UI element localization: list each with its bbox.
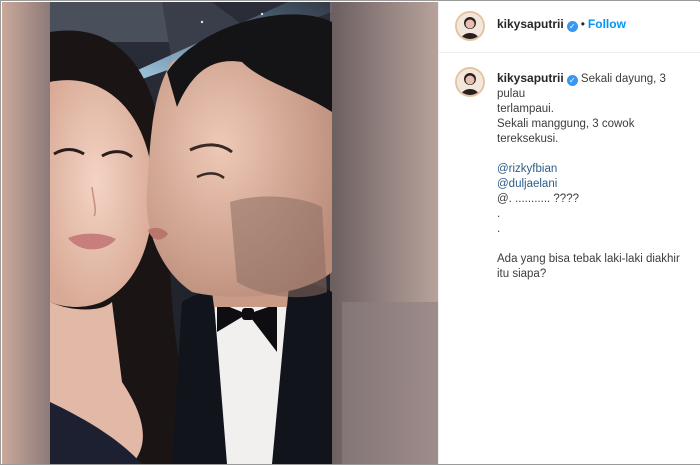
caption-line-2: terlampaui. (497, 103, 554, 115)
post-header: kikysaputrii ✓ • Follow (439, 2, 700, 53)
caption-line-7: @. ........... ???? (497, 193, 579, 205)
caption-avatar[interactable] (455, 67, 485, 97)
caption-line-3: Sekali manggung, 3 cowok (497, 118, 635, 130)
mention-rizkyfbian[interactable]: @rizkyfbian (497, 162, 689, 177)
caption-username[interactable]: kikysaputrii (497, 71, 564, 85)
verified-badge-icon: ✓ (566, 75, 578, 86)
username[interactable]: kikysaputrii (497, 17, 564, 31)
follow-button[interactable]: Follow (588, 17, 626, 31)
verified-badge-icon: ✓ (566, 21, 578, 32)
selfie-photo-illustration (2, 2, 438, 464)
avatar-image (457, 69, 483, 95)
caption-line-11: itu siapa? (497, 268, 547, 280)
caption-blank (497, 147, 689, 162)
caption-text: kikysaputrii ✓ Sekali dayung, 3 pulau ter… (497, 71, 689, 282)
caption-line-9: . (497, 223, 501, 235)
post-photo[interactable] (2, 2, 438, 464)
profile-avatar[interactable] (455, 11, 485, 41)
avatar-image (457, 13, 483, 39)
separator-dot: • (580, 17, 585, 31)
post-details-panel: kikysaputrii ✓ • Follow kikysaputrii ✓ Sekal… (438, 2, 700, 464)
header-row: kikysaputrii ✓ • Follow (497, 17, 626, 32)
caption-line-10: Ada yang bisa tebak laki-laki diakhir (497, 253, 680, 265)
caption-line-4: tereksekusi. (497, 133, 559, 145)
caption-blank (497, 237, 689, 252)
mention-duljaelani[interactable]: @duljaelani (497, 177, 689, 192)
caption-line-8: . (497, 208, 501, 220)
caption-line: kikysaputrii ✓ Sekali dayung, 3 pulau (497, 71, 689, 102)
instagram-post-window: kikysaputrii ✓ • Follow kikysaputrii ✓ Sekal… (0, 0, 700, 465)
